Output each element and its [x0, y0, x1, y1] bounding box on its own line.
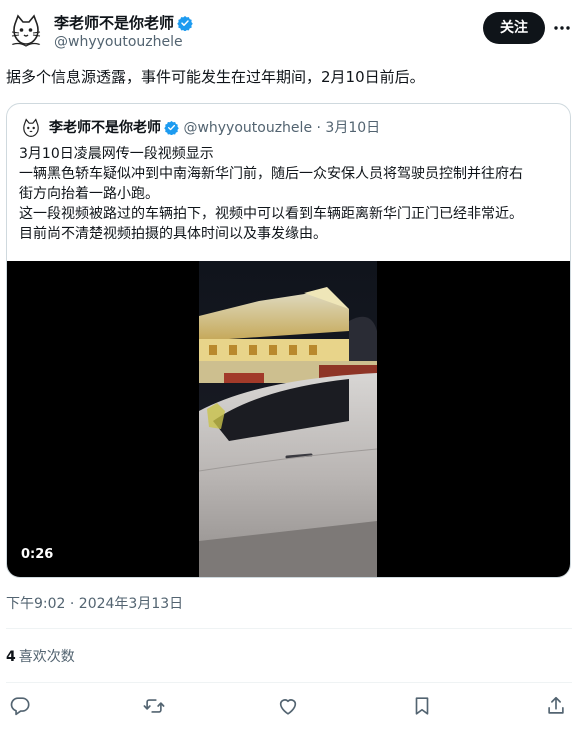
quoted-text-line: 3月10日凌晨网传一段视频显示: [19, 146, 214, 162]
share-icon[interactable]: [545, 695, 569, 719]
action-bar: [0, 695, 586, 719]
verified-badge-icon: [164, 120, 179, 141]
quoted-author-name: 李老师不是你老师: [49, 120, 161, 136]
quoted-author-avatar: [19, 116, 43, 140]
video-player[interactable]: 0:26: [7, 261, 570, 577]
tweet-timestamp[interactable]: 下午9:02 · 2024年3月13日: [6, 594, 183, 614]
quoted-text-line: 目前尚不清楚视频拍摄的具体时间以及事发缘由。: [19, 226, 327, 242]
quoted-tweet-header: 李老师不是你老师 @whyyoutouzhele · 3月10日: [49, 118, 380, 141]
quoted-author-handle: @whyyoutouzhele: [183, 120, 313, 136]
retweet-icon[interactable]: [143, 695, 167, 719]
author-handle[interactable]: @whyyoutouzhele: [54, 33, 183, 51]
quoted-tweet[interactable]: 李老师不是你老师 @whyyoutouzhele · 3月10日 3月10日凌晨…: [6, 103, 571, 578]
quoted-text-line: 一辆黑色轿车疑似冲到中南海新华门前，随后一众安保人员将驾驶员控制并往府右: [19, 166, 523, 182]
meta-separator: ·: [316, 120, 321, 136]
video-duration: 0:26: [21, 547, 54, 562]
quoted-date: 3月10日: [325, 120, 381, 136]
more-icon[interactable]: [552, 18, 572, 38]
author-name-text[interactable]: 李老师不是你老师: [54, 14, 174, 32]
quoted-text-line: 街方向抬着一路小跑。: [19, 186, 159, 202]
follow-button[interactable]: 关注: [483, 12, 545, 44]
likes-stat[interactable]: 4 喜欢次数: [6, 647, 75, 667]
author-avatar[interactable]: [6, 10, 46, 50]
quoted-tweet-text: 3月10日凌晨网传一段视频显示 一辆黑色轿车疑似冲到中南海新华门前，随后一众安保…: [19, 144, 564, 244]
tweet-header: 李老师不是你老师 @whyyoutouzhele 关注: [6, 10, 580, 54]
bookmark-icon[interactable]: [411, 695, 435, 719]
video-thumbnail: [199, 261, 377, 577]
quoted-text-line: 这一段视频被路过的车辆拍下，视频中可以看到车辆距离新华门正门已经非常近。: [19, 206, 523, 222]
likes-count[interactable]: 4: [6, 649, 16, 665]
likes-label[interactable]: 喜欢次数: [19, 649, 75, 665]
tweet-text: 据多个信息源透露，事件可能发生在过年期间，2月10日前后。: [6, 68, 425, 86]
reply-icon[interactable]: [9, 695, 33, 719]
divider: [6, 628, 572, 629]
divider: [6, 682, 572, 683]
heart-icon[interactable]: [277, 695, 301, 719]
